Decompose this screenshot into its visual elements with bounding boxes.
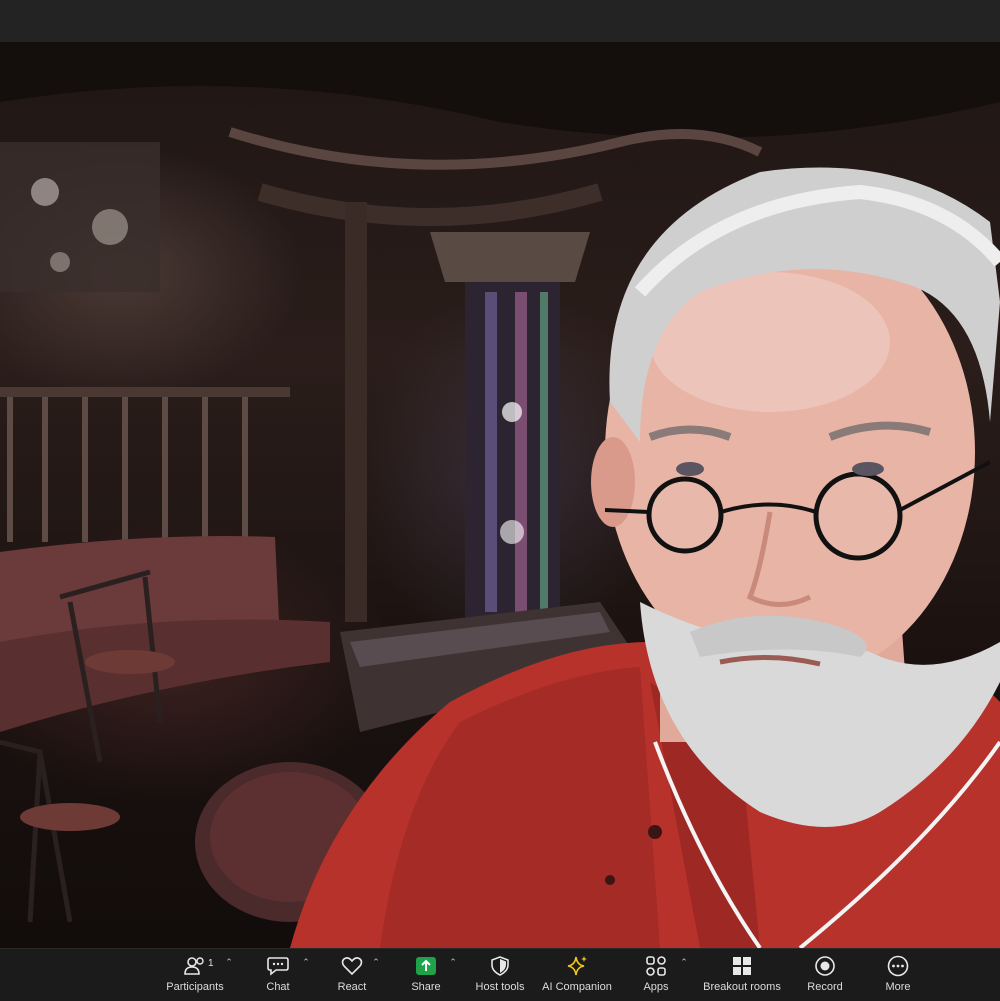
sparkle-icon [564,953,590,979]
ellipsis-icon [885,953,911,979]
participant-count: 1 [208,958,214,969]
host-tools-button[interactable]: Host tools [470,953,530,999]
apps-caret-icon[interactable]: ⌃ [679,957,689,967]
share-button[interactable]: Share [404,953,448,999]
grid-icon [729,953,755,979]
breakout-rooms-button[interactable]: Breakout rooms [700,953,784,999]
chat-button[interactable]: Chat [256,953,300,999]
shield-icon [487,953,513,979]
record-label: Record [807,981,843,993]
apps-label: Apps [643,981,669,993]
chat-label: Chat [266,981,290,993]
apps-icon [643,953,669,979]
react-label: React [337,981,367,993]
more-button[interactable]: More [876,953,920,999]
ai-companion-button[interactable]: AI Companion [538,953,616,999]
record-button[interactable]: Record [802,953,848,999]
meeting-toolbar: Participants 1 ⌃ Chat ⌃ React ⌃ Share ⌃ … [0,948,1000,1001]
share-caret-icon[interactable]: ⌃ [448,957,458,967]
react-button[interactable]: React [330,953,374,999]
heart-icon [339,953,365,979]
window-title-bar [0,0,1000,42]
chat-icon [265,953,291,979]
record-icon [812,953,838,979]
participants-button[interactable]: Participants [160,953,230,999]
virtual-background-scene [0,42,1000,948]
share-screen-icon [413,953,439,979]
react-caret-icon[interactable]: ⌃ [371,957,381,967]
ai-companion-label: AI Companion [542,981,612,993]
participant-video [0,42,1000,948]
participant-person [290,167,1000,948]
participants-icon [182,953,208,979]
breakout-rooms-label: Breakout rooms [703,981,781,993]
participants-caret-icon[interactable]: ⌃ [224,957,234,967]
share-label: Share [411,981,441,993]
chat-caret-icon[interactable]: ⌃ [301,957,311,967]
host-tools-label: Host tools [475,981,525,993]
more-label: More [885,981,911,993]
apps-button[interactable]: Apps [634,953,678,999]
participants-label: Participants [166,981,224,993]
